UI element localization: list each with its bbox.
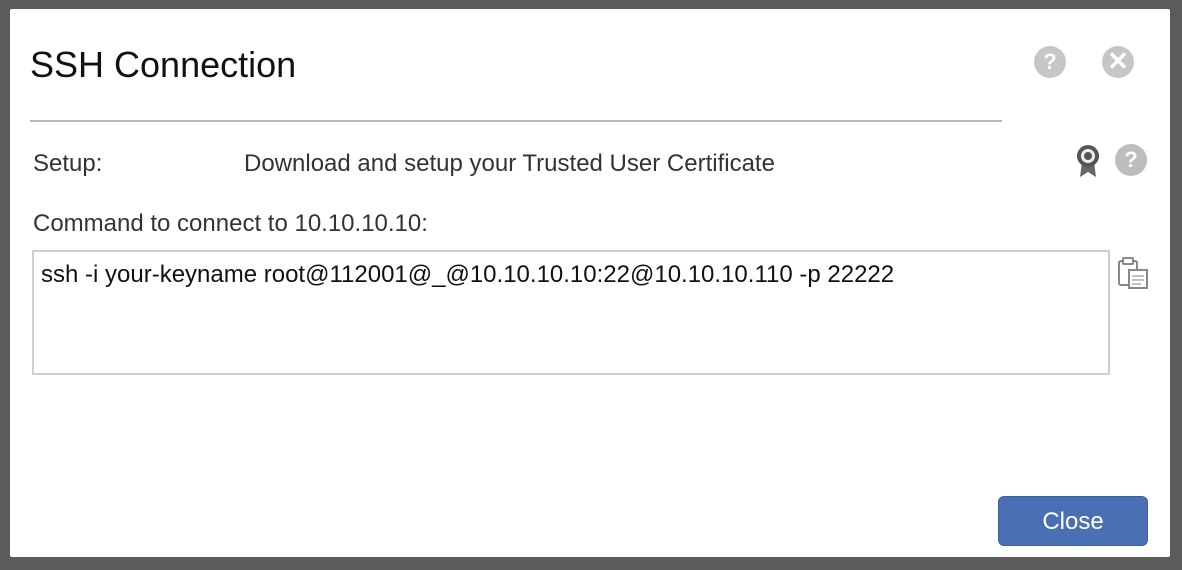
setup-label: Setup: — [33, 150, 103, 177]
ssh-command-text: ssh -i your-keyname root@112001@_@10.10.… — [41, 261, 895, 288]
command-label: Command to connect to 10.10.10.10: — [33, 210, 428, 237]
close-button[interactable]: Close — [998, 496, 1148, 546]
close-icon[interactable]: ✕ — [1102, 46, 1134, 78]
certificate-icon[interactable] — [1076, 144, 1100, 178]
ssh-connection-dialog: SSH Connection ? ✕ Setup: Download and s… — [10, 9, 1170, 557]
header-divider — [30, 120, 1002, 122]
setup-help-icon[interactable]: ? — [1115, 144, 1147, 176]
copy-icon[interactable] — [1116, 257, 1150, 291]
ssh-command-field[interactable]: ssh -i your-keyname root@112001@_@10.10.… — [32, 250, 1110, 375]
help-icon[interactable]: ? — [1034, 46, 1066, 78]
trusted-user-certificate-link[interactable]: Download and setup your Trusted User Cer… — [244, 150, 775, 178]
dialog-title: SSH Connection — [30, 44, 297, 85]
